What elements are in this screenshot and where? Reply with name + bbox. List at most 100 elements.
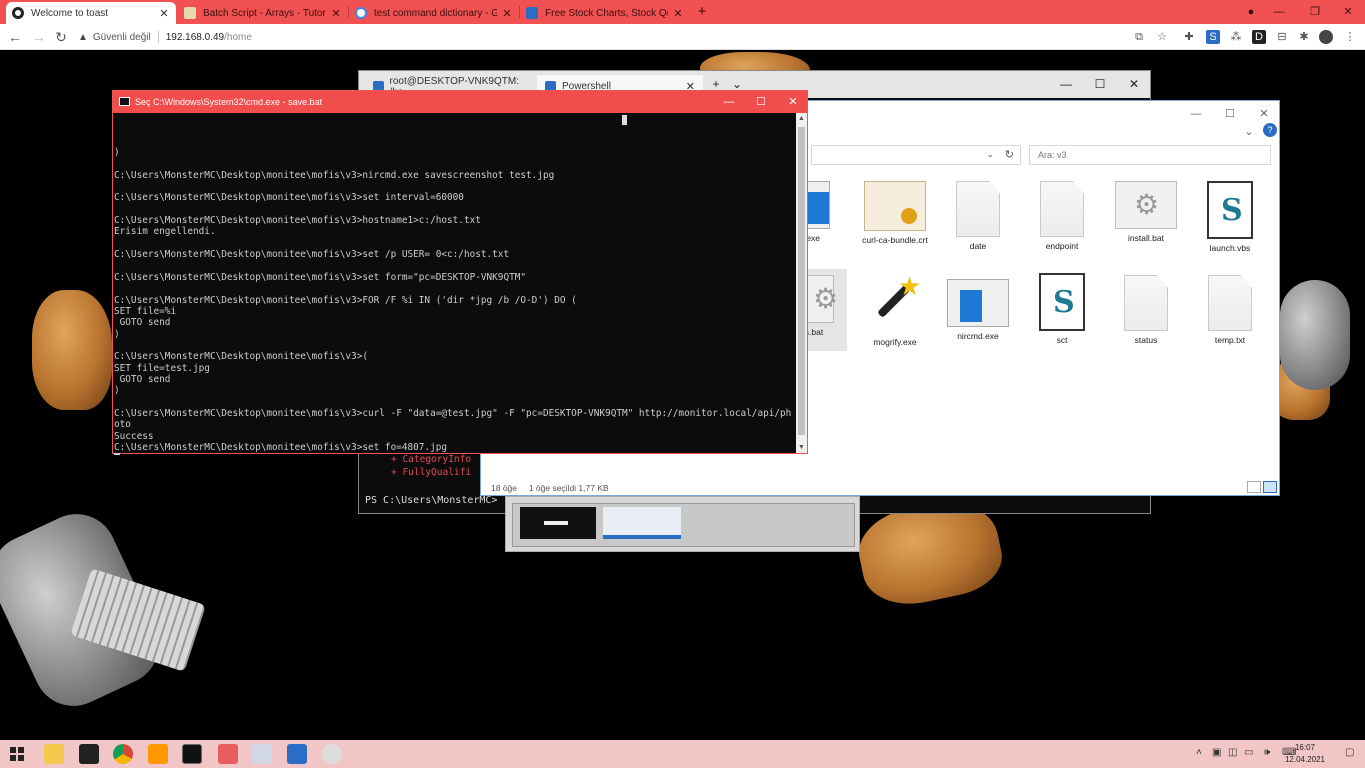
console-line: Success xyxy=(114,430,154,442)
minimize-button[interactable]: — xyxy=(713,91,745,113)
file-item[interactable]: temp.txt xyxy=(1192,275,1268,345)
bookmark-star-icon[interactable]: ☆ xyxy=(1155,30,1169,44)
maximize-button[interactable]: ☐ xyxy=(1213,105,1247,123)
file-item[interactable]: launch.vbs xyxy=(1192,181,1268,253)
avatar[interactable] xyxy=(1319,30,1333,44)
volume-icon[interactable]: 🕪 xyxy=(1264,747,1270,758)
extensions-puzzle-icon[interactable]: ✱ xyxy=(1297,30,1311,44)
close-tab-icon[interactable]: ✕ xyxy=(672,7,684,20)
extension-icon[interactable]: D xyxy=(1252,30,1266,44)
network-share-icon[interactable] xyxy=(252,744,272,764)
close-window-button[interactable]: ✕ xyxy=(1247,105,1281,123)
battery-icon[interactable]: ▭ xyxy=(1244,747,1253,758)
restore-button[interactable]: ❐ xyxy=(1298,0,1332,24)
large-icons-view-icon[interactable] xyxy=(1263,481,1277,493)
scroll-up-icon[interactable]: ▲ xyxy=(796,113,807,124)
search-input[interactable]: Ara: v3 xyxy=(1029,145,1271,165)
address-host: 192.168.0.49 xyxy=(165,31,225,43)
network-icon[interactable]: ◫ xyxy=(1228,747,1237,758)
chrome-icon[interactable] xyxy=(113,744,133,764)
file-item[interactable]: curl-ca-bundle.crt xyxy=(857,181,933,245)
file-name: launch.vbs xyxy=(1209,243,1251,253)
close-window-button[interactable]: ✕ xyxy=(1331,0,1365,24)
browser-tab[interactable]: test command dictionary - Goo ✕ xyxy=(349,2,519,24)
extension-icon[interactable]: ⊟ xyxy=(1275,30,1289,44)
close-tab-icon[interactable]: ✕ xyxy=(330,7,342,20)
console-output[interactable]: ) C:\Users\MonsterMC\Desktop\monitee\mof… xyxy=(114,113,798,453)
script-icon xyxy=(1207,181,1253,239)
scrollbar[interactable]: ▲ ▼ xyxy=(796,113,807,453)
close-window-button[interactable]: ✕ xyxy=(777,91,809,113)
close-tab-icon[interactable]: ✕ xyxy=(501,7,513,20)
console-line: C:\Users\MonsterMC\Desktop\monitee\mofis… xyxy=(114,407,792,419)
page-favicon-icon xyxy=(12,7,24,19)
scroll-down-icon[interactable]: ▼ xyxy=(796,442,807,453)
file-item[interactable]: endpoint xyxy=(1024,181,1100,251)
chevron-down-icon[interactable]: ⌄ xyxy=(986,149,994,160)
scrollbar-thumb[interactable] xyxy=(798,127,805,435)
address-path: /home xyxy=(224,31,252,43)
extension-icon[interactable]: ⁂ xyxy=(1229,30,1243,44)
minimize-button[interactable]: — xyxy=(1262,0,1296,24)
file-item[interactable]: sct xyxy=(1024,273,1100,345)
show-hidden-icons-icon[interactable]: ˄ xyxy=(1196,747,1202,758)
file-item[interactable]: status xyxy=(1108,275,1184,345)
minimize-button[interactable]: — xyxy=(1179,105,1213,123)
file-explorer-icon[interactable] xyxy=(44,744,64,764)
address-bar[interactable]: ▲ Güvenli değil 192.168.0.49 /home xyxy=(78,27,1113,47)
cmd-icon xyxy=(119,97,130,106)
console-lines: ) C:\Users\MonsterMC\Desktop\monitee\mof… xyxy=(114,147,798,453)
minimize-button[interactable]: — xyxy=(1049,71,1083,98)
close-tab-icon[interactable]: ✕ xyxy=(158,7,170,20)
back-arrow-icon[interactable]: ← xyxy=(6,28,24,46)
translate-icon[interactable]: ⧉ xyxy=(1132,30,1146,44)
new-tab-button[interactable]: + xyxy=(694,3,710,20)
extension-plus-icon[interactable]: ✚ xyxy=(1182,30,1196,44)
app-icon[interactable] xyxy=(322,744,342,764)
file-item[interactable]: nircmd.exe xyxy=(940,279,1016,341)
maximize-button[interactable]: ☐ xyxy=(745,91,777,113)
console-line: C:\Users\MonsterMC\Desktop\monitee\mofis… xyxy=(114,441,448,453)
powershell-icon[interactable] xyxy=(287,744,307,764)
address-separator xyxy=(157,31,159,43)
browser-tab[interactable]: Free Stock Charts, Stock Quotes ✕ xyxy=(520,2,690,24)
details-view-icon[interactable] xyxy=(1247,481,1261,493)
forward-arrow-icon[interactable]: → xyxy=(30,28,48,46)
chat-icon[interactable]: ▣ xyxy=(1212,747,1221,758)
console-line: C:\Users\MonsterMC\Desktop\monitee\mofis… xyxy=(114,351,368,363)
console-line: ) xyxy=(114,147,120,159)
file-name: temp.txt xyxy=(1214,335,1246,345)
file-item[interactable]: mogrify.exe xyxy=(857,271,933,347)
address-path-box[interactable]: ⌄ ↻ xyxy=(811,145,1021,165)
console-thumbnail[interactable] xyxy=(520,507,596,539)
file-item[interactable]: install.bat xyxy=(1108,181,1184,243)
refresh-icon[interactable]: ↻ xyxy=(1005,148,1014,161)
start-windows-icon[interactable] xyxy=(10,747,24,761)
explorer-thumbnail[interactable] xyxy=(603,507,681,539)
cmd-icon[interactable] xyxy=(182,744,202,764)
browser-tab[interactable]: Welcome to toast ✕ xyxy=(6,2,176,24)
help-icon[interactable]: ? xyxy=(1263,123,1277,137)
sublime-text-icon[interactable] xyxy=(148,744,168,764)
cmd-titlebar[interactable]: Seç C:\Windows\System32\cmd.exe - save.b… xyxy=(113,91,807,113)
console-line: C:\Users\MonsterMC\Desktop\monitee\mofis… xyxy=(114,192,464,204)
browser-menu-icon[interactable]: ⋮ xyxy=(1343,30,1357,44)
maximize-button[interactable]: ☐ xyxy=(1083,71,1117,98)
extension-icon[interactable]: S xyxy=(1206,30,1220,44)
file-item[interactable]: date xyxy=(940,181,1016,251)
file-name: status xyxy=(1134,335,1158,345)
powershell-prompt[interactable]: PS C:\Users\MonsterMC> xyxy=(365,495,497,506)
notifications-icon[interactable]: ▢ xyxy=(1345,747,1354,758)
snipping-tool-icon[interactable] xyxy=(218,744,238,764)
close-window-button[interactable]: ✕ xyxy=(1117,71,1151,98)
console-line: SET file=test.jpg xyxy=(114,362,210,374)
browser-tab[interactable]: Batch Script - Arrays - Tutorialsp ✕ xyxy=(178,2,348,24)
terminal-icon[interactable] xyxy=(79,744,99,764)
ribbon-expand-icon[interactable]: ⌄ xyxy=(1241,123,1257,141)
document-icon xyxy=(1124,275,1168,331)
taskbar-thumbnail-preview[interactable] xyxy=(505,496,860,552)
reload-icon[interactable]: ↻ xyxy=(52,28,70,46)
clock[interactable]: 16:07 12.04.2021 xyxy=(1285,742,1325,766)
